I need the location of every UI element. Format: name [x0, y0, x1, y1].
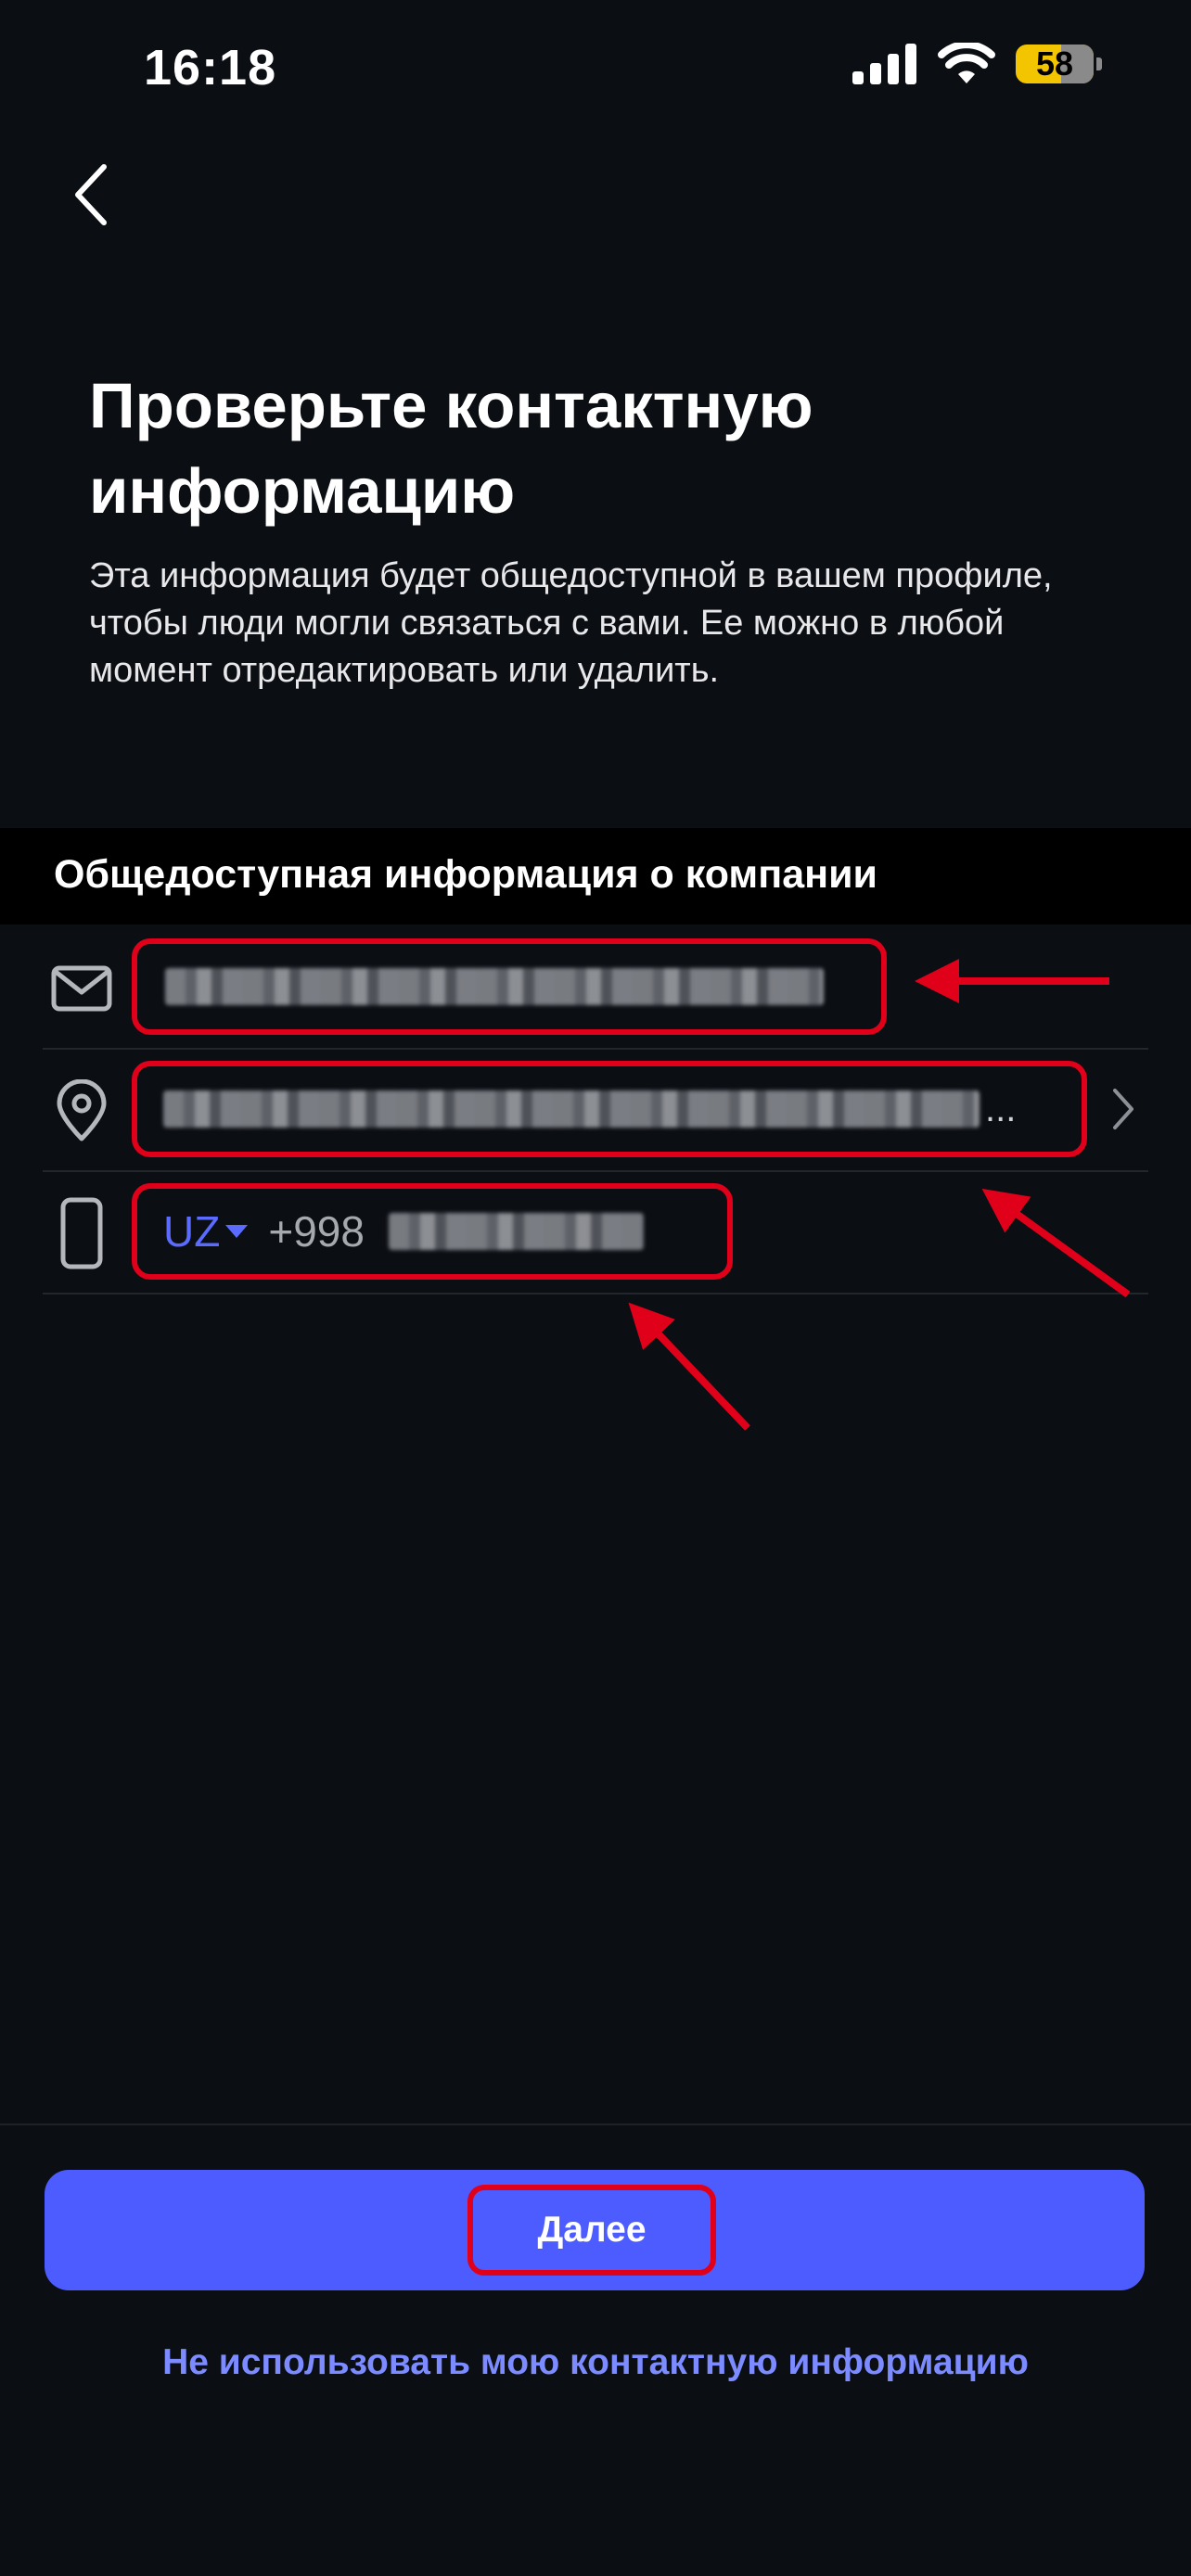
country-selector[interactable]: UZ — [163, 1206, 249, 1256]
section-header: Общедоступная информация о компании — [0, 828, 1191, 925]
status-icons: 58 — [852, 43, 1102, 85]
battery-icon: 58 — [1016, 45, 1102, 83]
location-pin-icon — [57, 1079, 107, 1141]
chevron-right-icon[interactable] — [1104, 1085, 1141, 1133]
phone-icon — [60, 1197, 103, 1269]
mail-icon — [51, 965, 112, 1012]
dial-code: +998 — [268, 1207, 365, 1256]
address-value-redacted — [163, 1090, 980, 1128]
status-time: 16:18 — [144, 40, 277, 96]
wifi-icon — [938, 43, 995, 83]
country-code: UZ — [163, 1207, 221, 1256]
battery-level: 58 — [1035, 45, 1074, 83]
email-row[interactable] — [43, 925, 1148, 1050]
phone-field[interactable]: UZ +998 — [132, 1183, 733, 1280]
skip-contact-info-link[interactable]: Не использовать мою контактную информаци… — [0, 2342, 1191, 2383]
chevron-left-icon — [75, 164, 107, 225]
phone-value-redacted — [388, 1213, 644, 1250]
next-button[interactable] — [45, 2170, 1145, 2290]
address-field[interactable]: ... — [132, 1061, 1087, 1157]
caret-down-icon — [225, 1225, 249, 1238]
address-row[interactable]: ... — [43, 1048, 1148, 1172]
arrow-phone — [628, 1302, 750, 1431]
page-subtitle: Эта информация будет общедоступной в ваш… — [89, 556, 1053, 690]
signal-icon — [852, 44, 916, 84]
email-field[interactable] — [132, 938, 887, 1035]
back-button[interactable] — [65, 158, 121, 232]
footer-divider — [0, 2123, 1191, 2125]
section-title: Общедоступная информация о компании — [54, 852, 877, 897]
page-title: Проверьте контактную информацию — [89, 370, 813, 527]
address-ellipsis: ... — [985, 1088, 1017, 1129]
phone-row[interactable]: UZ +998 — [43, 1170, 1148, 1294]
email-value-redacted — [165, 968, 824, 1005]
